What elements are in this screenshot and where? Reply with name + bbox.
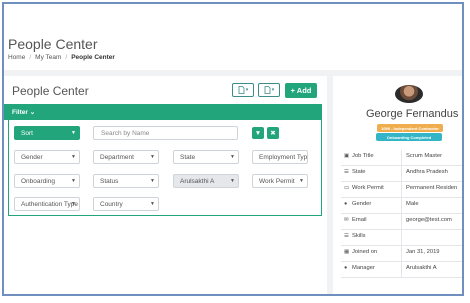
detail-row-manager: ● Manager Arulsakthi A	[341, 262, 462, 278]
filter-label: Filter	[12, 109, 28, 116]
file-pdf-icon	[238, 86, 245, 94]
app-window: People Center Home / My Team / People Center…	[2, 2, 464, 296]
breadcrumb-current: People Center	[71, 54, 115, 61]
department-select[interactable]: Department ▼	[93, 150, 159, 164]
user-icon: ●	[344, 201, 348, 207]
user-icon: ●	[344, 265, 348, 271]
export-pdf-button[interactable]: ▾	[232, 83, 254, 97]
onboarding-select[interactable]: Onboarding ▼	[14, 174, 80, 188]
export-file-button[interactable]: ▾	[258, 83, 280, 97]
detail-row-joined-on: ▦ Joined on Jan 31, 2019	[341, 246, 462, 262]
contractor-badge: 1099 - Independent Contractor	[377, 124, 443, 132]
status-select[interactable]: Status ▼	[93, 174, 159, 188]
employment-type-select[interactable]: Employment Type	[252, 150, 308, 164]
add-button[interactable]: + Add	[285, 83, 317, 98]
id-card-icon: ▭	[344, 185, 350, 191]
chevron-down-icon: ⌄	[29, 109, 36, 116]
funnel-icon: ▼	[254, 129, 262, 137]
clear-filter-button[interactable]: ✖	[267, 127, 279, 139]
breadcrumb: Home / My Team / People Center	[8, 54, 115, 61]
calendar-icon: ▦	[344, 249, 350, 255]
country-select[interactable]: Country ▼	[93, 197, 159, 211]
avatar[interactable]	[395, 85, 423, 103]
detail-row-email: ✉ Email george@test.com	[341, 214, 462, 230]
close-icon: ✖	[270, 130, 276, 137]
panel-title: People Center	[12, 84, 89, 98]
filter-toggle[interactable]: Filter ⌄	[4, 104, 322, 120]
detail-row-work-permit: ▭ Work Permit Permanent Residen	[341, 182, 462, 198]
authentication-type-select[interactable]: Authentication Type ▼	[14, 197, 80, 211]
detail-row-gender: ● Gender Male	[341, 198, 462, 214]
manager-select[interactable]: Arulsakthi A ▼	[173, 174, 239, 188]
page-title: People Center	[8, 36, 98, 52]
list-icon: ☰	[344, 233, 349, 239]
work-permit-select[interactable]: Work Permit ▼	[252, 174, 308, 188]
search-input[interactable]	[93, 126, 238, 140]
detail-row-state: ☰ State Andhra Pradesh	[341, 166, 462, 182]
page-header: People Center Home / My Team / People Center	[4, 4, 462, 70]
detail-row-job-title: ▣ Job Title Scrum Master	[341, 150, 462, 166]
sort-select[interactable]: Sort ▼	[14, 126, 80, 140]
profile-name: George Fernandus	[366, 108, 459, 120]
breadcrumb-home[interactable]: Home	[8, 54, 25, 61]
state-select[interactable]: State ▼	[173, 150, 239, 164]
list-icon: ☰	[344, 169, 349, 175]
detail-row-skills: ☰ Skills	[341, 230, 462, 246]
breadcrumb-my-team[interactable]: My Team	[35, 54, 61, 61]
briefcase-icon: ▣	[344, 153, 350, 159]
envelope-icon: ✉	[344, 217, 349, 223]
apply-filter-button[interactable]: ▼	[252, 127, 264, 139]
onboarding-status-badge: Onboarding Completed	[376, 133, 442, 141]
file-icon	[264, 86, 271, 94]
gender-select[interactable]: Gender ▼	[14, 150, 80, 164]
